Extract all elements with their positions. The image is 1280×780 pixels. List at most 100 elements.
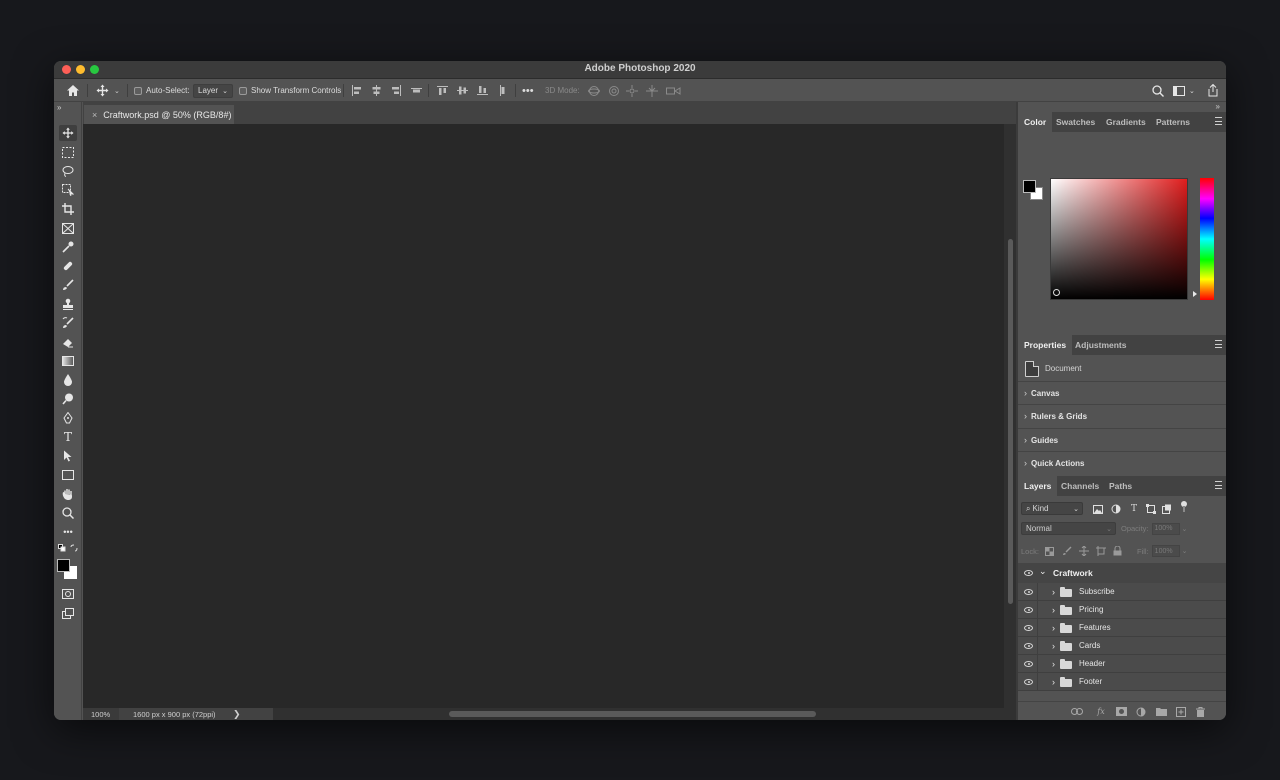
move-tool-preset-picker[interactable]: ⌄: [96, 79, 120, 102]
foreground-color-chip[interactable]: [1023, 180, 1036, 193]
3d-pan-button[interactable]: [626, 79, 638, 102]
marquee-tool[interactable]: [59, 144, 77, 160]
tab-paths[interactable]: Paths: [1103, 476, 1138, 496]
foreground-color-swatch[interactable]: [57, 559, 70, 572]
close-document-icon[interactable]: ×: [92, 110, 97, 120]
new-adjustment-layer-button[interactable]: [1135, 706, 1147, 717]
filter-shape-button[interactable]: [1145, 503, 1157, 515]
delete-layer-button[interactable]: [1194, 706, 1206, 717]
brush-tool[interactable]: [59, 277, 77, 293]
search-button[interactable]: [1152, 79, 1164, 102]
dodge-tool[interactable]: [59, 391, 77, 407]
tab-patterns[interactable]: Patterns: [1150, 112, 1196, 132]
vertical-scrollbar[interactable]: [1004, 124, 1016, 708]
pen-tool[interactable]: [59, 410, 77, 426]
auto-select-checkbox[interactable]: Auto-Select:: [134, 79, 190, 102]
opacity-field[interactable]: 100%: [1151, 522, 1180, 535]
object-select-tool[interactable]: [59, 182, 77, 198]
distribute-vertical-button[interactable]: [497, 79, 508, 102]
color-picker-cursor[interactable]: [1053, 289, 1060, 296]
properties-panel-menu-icon[interactable]: [1215, 340, 1222, 348]
history-brush-tool[interactable]: [59, 315, 77, 331]
layer-row[interactable]: › Pricing: [1018, 601, 1226, 619]
tab-gradients[interactable]: Gradients: [1100, 112, 1152, 132]
rectangle-tool[interactable]: [59, 467, 77, 483]
section-guides[interactable]: › Guides: [1018, 428, 1226, 451]
3d-roll-button[interactable]: [608, 79, 620, 102]
status-info-menu-button[interactable]: ❯: [233, 708, 241, 720]
visibility-eye-icon[interactable]: [1024, 678, 1033, 685]
chevron-right-icon[interactable]: ›: [1052, 605, 1055, 615]
visibility-eye-icon[interactable]: [1024, 624, 1033, 631]
collapse-toolbox-icon[interactable]: »: [57, 103, 61, 112]
canvas-area[interactable]: [83, 124, 1004, 708]
layer-row[interactable]: › Header: [1018, 655, 1226, 673]
section-canvas[interactable]: › Canvas: [1018, 381, 1226, 404]
add-mask-button[interactable]: [1115, 706, 1127, 717]
tab-layers[interactable]: Layers: [1018, 476, 1058, 496]
distribute-button[interactable]: [411, 79, 422, 102]
hue-slider[interactable]: [1200, 178, 1214, 300]
chevron-right-icon[interactable]: ›: [1052, 623, 1055, 633]
color-picker-field[interactable]: [1050, 178, 1188, 300]
layers-panel-menu-icon[interactable]: [1215, 481, 1222, 489]
default-colors-icon[interactable]: [58, 544, 66, 552]
zoom-tool[interactable]: [59, 505, 77, 521]
3d-scale-button[interactable]: [666, 79, 681, 102]
healing-tool[interactable]: [59, 258, 77, 274]
eyedropper-tool[interactable]: [59, 239, 77, 255]
swap-colors-icon[interactable]: [70, 544, 78, 552]
quick-mask-button[interactable]: [59, 586, 77, 602]
filter-type-button[interactable]: T: [1128, 503, 1140, 515]
chevron-right-icon[interactable]: ›: [1052, 587, 1055, 597]
chevron-down-icon[interactable]: ⌄: [1182, 547, 1188, 555]
layer-group-craftwork[interactable]: ⌄ Craftwork: [1018, 563, 1226, 583]
new-group-button[interactable]: [1155, 706, 1167, 717]
path-select-tool[interactable]: [59, 448, 77, 464]
chevron-down-icon[interactable]: ⌄: [1182, 525, 1188, 533]
gradient-tool[interactable]: [59, 353, 77, 369]
layer-row[interactable]: › Subscribe: [1018, 583, 1226, 601]
lock-all-icon[interactable]: [1113, 546, 1122, 556]
crop-tool[interactable]: [59, 201, 77, 217]
layer-row[interactable]: › Features: [1018, 619, 1226, 637]
filter-toggle-button[interactable]: [1178, 500, 1190, 512]
filter-adjustment-button[interactable]: [1110, 503, 1122, 515]
align-left-button[interactable]: [351, 79, 362, 102]
lock-artboard-icon[interactable]: [1095, 546, 1106, 556]
eraser-tool[interactable]: [59, 334, 77, 350]
chevron-down-icon[interactable]: ⌄: [1039, 566, 1047, 577]
visibility-eye-icon[interactable]: [1024, 660, 1033, 667]
layer-filter-dropdown[interactable]: ⌕ Kind ⌄: [1021, 502, 1083, 515]
filter-pixel-button[interactable]: [1092, 503, 1104, 515]
type-tool[interactable]: T: [59, 429, 77, 445]
chevron-right-icon[interactable]: ›: [1052, 641, 1055, 651]
fill-field[interactable]: 100%: [1151, 545, 1180, 557]
more-options-button[interactable]: •••: [522, 79, 534, 102]
show-transform-controls-checkbox[interactable]: Show Transform Controls: [239, 79, 341, 102]
layer-row[interactable]: › Footer: [1018, 673, 1226, 691]
blur-tool[interactable]: [59, 372, 77, 388]
new-layer-button[interactable]: [1175, 706, 1187, 717]
align-bottom-button[interactable]: [477, 79, 488, 102]
section-rulers-grids[interactable]: › Rulers & Grids: [1018, 404, 1226, 427]
filter-smart-object-button[interactable]: [1161, 503, 1173, 515]
zoom-level-field[interactable]: 100%: [83, 708, 119, 720]
collapse-panels-icon[interactable]: »: [1216, 102, 1220, 111]
document-tab[interactable]: × Craftwork.psd @ 50% (RGB/8#): [84, 105, 234, 124]
vertical-scroll-thumb[interactable]: [1008, 239, 1013, 604]
lasso-tool[interactable]: [59, 163, 77, 179]
tab-properties[interactable]: Properties: [1018, 335, 1073, 355]
tab-adjustments[interactable]: Adjustments: [1069, 335, 1132, 355]
move-tool[interactable]: [59, 125, 77, 141]
lock-position-icon[interactable]: [1078, 546, 1089, 556]
visibility-eye-icon[interactable]: [1024, 606, 1033, 613]
color-panel-menu-icon[interactable]: [1215, 117, 1222, 125]
lock-pixels-brush-icon[interactable]: [1062, 546, 1072, 556]
more-tools-button[interactable]: •••: [59, 524, 77, 540]
layer-row[interactable]: › Cards: [1018, 637, 1226, 655]
align-right-button[interactable]: [391, 79, 402, 102]
section-quick-actions[interactable]: › Quick Actions: [1018, 451, 1226, 474]
share-button[interactable]: [1207, 79, 1219, 102]
hand-tool[interactable]: [59, 486, 77, 502]
